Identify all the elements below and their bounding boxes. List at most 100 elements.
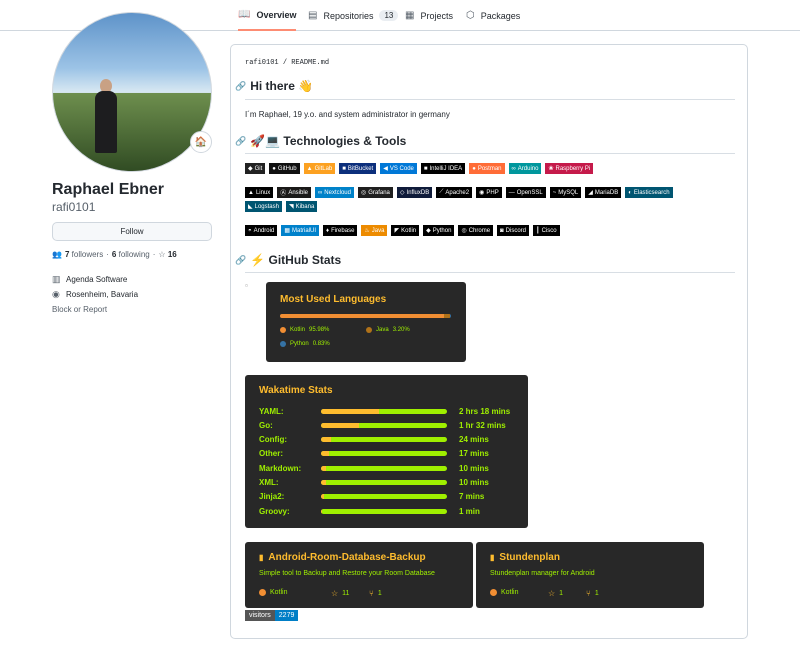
block-or-report-link[interactable]: Block or Report (52, 305, 107, 314)
readme-path-user[interactable]: rafi0101 (245, 59, 279, 67)
python-icon: ◆ (426, 228, 431, 234)
wakatime-language: Config: (259, 435, 287, 445)
badge-label: GitHub (277, 165, 297, 172)
repo-description: Stundenplan manager for Android (490, 570, 595, 577)
badge-label: OpenSSL (516, 189, 543, 196)
cisco-icon: ┃ (536, 228, 540, 234)
repo-forks-count: 1 (594, 590, 599, 597)
badge-elasticsearch: ◐ Elasticsearch (625, 187, 673, 198)
wakatime-stats-card[interactable]: Wakatime Stats YAML: 2 hrs 18 mins Go: 1 hr… (245, 375, 528, 528)
anchor-link-icon[interactable]: 🔗 (235, 136, 246, 147)
repo-icon: ▮ (259, 553, 264, 562)
gitlab-icon: ▲ (306, 165, 313, 172)
repo-title: ▮ Android-Room-Database-Backup (259, 552, 426, 563)
location-icon: ◉ (52, 289, 60, 299)
fork-icon: ⑂ (586, 589, 591, 598)
materialui-icon: ▦ (284, 228, 290, 234)
package-icon: ⬡ (466, 10, 475, 21)
chrome-icon: ◎ (461, 228, 467, 234)
wakatime-bar (321, 408, 447, 414)
following-link[interactable]: 6 following (112, 250, 150, 259)
tab-packages[interactable]: ⬡ Packages (466, 0, 520, 31)
wakatime-bar-fill (321, 451, 329, 457)
following-label: following (118, 250, 150, 259)
wakatime-time: 2 hrs 18 mins (459, 406, 511, 416)
location-name: Rosenheim, Bavaria (66, 290, 139, 299)
vscode-icon: ◀ (383, 166, 388, 172)
badge-label: Chrome (468, 227, 491, 234)
badge-label: Linux (255, 189, 271, 196)
wakatime-bar (321, 451, 447, 457)
pinned-repo-card[interactable]: ▮ Android-Room-Database-Backup Simple too… (245, 542, 473, 608)
status-emoji[interactable]: 🏠 (190, 131, 212, 153)
repo-description: Simple tool to Backup and Restore your R… (259, 570, 435, 577)
readme-path-file[interactable]: README.md (291, 59, 329, 67)
repo-name: Android-Room-Database-Backup (268, 552, 426, 563)
language-item-kotlin: Kotlin 95.98% (280, 327, 329, 333)
badge-label: Postman (477, 165, 502, 172)
language-name: Python (290, 341, 309, 347)
heading-hi-there-text: Hi there 👋 (250, 79, 314, 93)
repo-stars-count: 1 (559, 590, 564, 597)
wakatime-bar-fill (321, 437, 332, 443)
badge-label: Git (254, 165, 263, 172)
separator-dot: · (152, 250, 156, 259)
wakatime-row: YAML: 2 hrs 18 mins (259, 406, 519, 416)
badge-apache2: ⟋ Apache2 (436, 187, 473, 198)
badge-intellij-idea: ■ IntelliJ IDEA (420, 163, 466, 174)
heading-github-stats: 🔗 ⚡ GitHub Stats (235, 253, 341, 267)
most-used-languages-card[interactable]: Most Used Languages Kotlin 95.98% Java 3… (266, 282, 466, 362)
project-icon: ▦ (405, 10, 415, 21)
badge-label: Raspberry Pi (555, 165, 591, 172)
anchor-link-icon[interactable]: 🔗 (235, 81, 246, 92)
badge-linux: ▲ Linux (245, 187, 274, 198)
language-name: Java (376, 327, 389, 333)
tab-repositories[interactable]: ▤ Repositories 13 (308, 0, 399, 31)
repositories-count: 13 (379, 10, 399, 21)
wakatime-language: Groovy: (259, 506, 290, 516)
badge-java: ♨ Java (361, 225, 388, 236)
badge-discord: ◙ Discord (497, 225, 529, 236)
badge-label: Java (371, 227, 385, 234)
tab-overview[interactable]: 📖 Overview (238, 0, 297, 31)
visitors-badge: visitors 2279 (245, 610, 299, 621)
anchor-link-icon[interactable]: 🔗 (235, 255, 246, 266)
organization-icon: ▥ (52, 274, 61, 284)
linux-icon: ▲ (248, 189, 254, 196)
profile-login: rafi0101 (52, 200, 96, 214)
location-row: ◉ Rosenheim, Bavaria (52, 289, 138, 300)
wakatime-row: Other: 17 mins (259, 449, 519, 459)
badge-mariadb: ◢ MariaDB (585, 187, 622, 198)
tab-projects[interactable]: ▦ Projects (405, 0, 453, 31)
stars-link[interactable]: ☆ 16 (158, 250, 176, 259)
pinned-repo-card[interactable]: ▮ Stundenplan Stundenplan manager for And… (476, 542, 704, 608)
badge-postman: ● Postman (469, 163, 505, 174)
badge-label: PHP (486, 189, 499, 196)
wakatime-time: 17 mins (459, 449, 489, 459)
repo-forks-count: 1 (377, 590, 382, 597)
book-icon: 📖 (238, 9, 251, 20)
badge-influxdb: ◇ InfluxDB (396, 187, 433, 198)
heading-hi-there: 🔗 Hi there 👋 (235, 79, 313, 93)
badge-raspberry-pi: ❀ Raspberry Pi (545, 163, 594, 174)
badge-openssl: — OpenSSL (505, 187, 546, 198)
language-percent: 0.83% (312, 341, 330, 347)
raspberry-icon: ❀ (548, 166, 554, 172)
arduino-icon: ∞ (511, 165, 516, 172)
wakatime-language: YAML: (259, 406, 284, 416)
languages-title: Most Used Languages (280, 294, 387, 305)
heading-github-stats-text: ⚡ GitHub Stats (250, 253, 342, 267)
wakatime-language: Other: (259, 449, 283, 459)
wakatime-language: XML: (259, 478, 279, 487)
divider (245, 272, 735, 273)
badges-row-2: ▲ Linux Ⓐ Ansible ∞ Nextcloud ◎ Grafana ◇ InfluxD… (245, 187, 673, 198)
repo-language-name: Kotlin (270, 589, 288, 596)
badges-row-3: ◣ Logstash ◥ Kibana (245, 201, 318, 212)
language-dot (490, 589, 497, 596)
follow-button[interactable]: Follow (52, 222, 212, 241)
wakatime-time: 1 min (459, 506, 480, 516)
avatar[interactable] (52, 12, 212, 172)
language-percent: 95.98% (309, 327, 330, 333)
badge-cisco: ┃ Cisco (533, 225, 560, 236)
followers-link[interactable]: 7 followers (65, 250, 103, 259)
